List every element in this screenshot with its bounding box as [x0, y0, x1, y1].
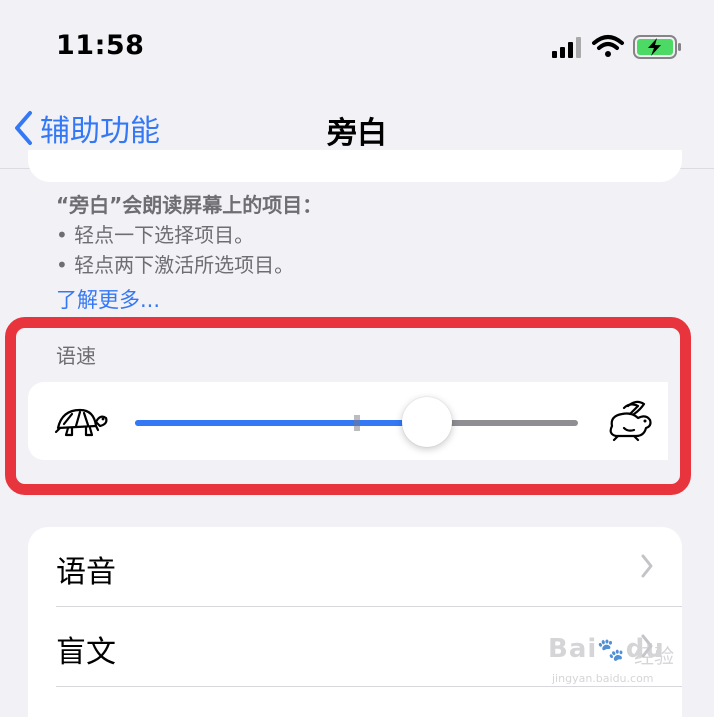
status-time: 11:58	[56, 30, 145, 61]
list-item-voice[interactable]: 语音	[28, 527, 682, 606]
description-bullet: • 轻点一下选择项目。	[56, 223, 255, 247]
status-icons	[552, 35, 681, 59]
watermark-sub: 经验	[634, 644, 674, 668]
status-bar: 11:58	[0, 0, 714, 92]
list-item-label: 语音	[56, 555, 116, 590]
voiceover-toggle-card	[28, 150, 682, 182]
learn-more-link[interactable]: 了解更多...	[56, 284, 160, 314]
turtle-icon	[54, 408, 108, 437]
page-title: 旁白	[327, 116, 387, 151]
description-bullet: • 轻点两下激活所选项目。	[56, 253, 295, 277]
slider-fill	[135, 420, 428, 426]
description-heading: “旁白”会朗读屏幕上的项目：	[56, 193, 323, 217]
slider-thumb[interactable]	[402, 397, 453, 447]
wifi-icon	[592, 35, 624, 57]
watermark-url: jingyan.baidu.com	[552, 672, 654, 685]
battery-charging-icon	[633, 35, 681, 59]
slider-midpoint-tick	[353, 415, 360, 431]
cellular-signal-icon	[552, 37, 581, 58]
baidu-watermark: Bai🐾du 经验 jingyan.baidu.com	[548, 626, 678, 692]
paw-icon: 🐾	[597, 638, 626, 663]
speaking-rate-slider[interactable]	[135, 395, 578, 451]
list-item-label: 盲文	[56, 635, 116, 670]
rabbit-icon	[609, 400, 652, 442]
chevron-right-icon	[641, 554, 653, 578]
voiceover-description: “旁白”会朗读屏幕上的项目： • 轻点一下选择项目。 • 轻点两下激活所选项目。	[56, 190, 656, 280]
speaking-rate-header: 语速	[56, 344, 96, 368]
